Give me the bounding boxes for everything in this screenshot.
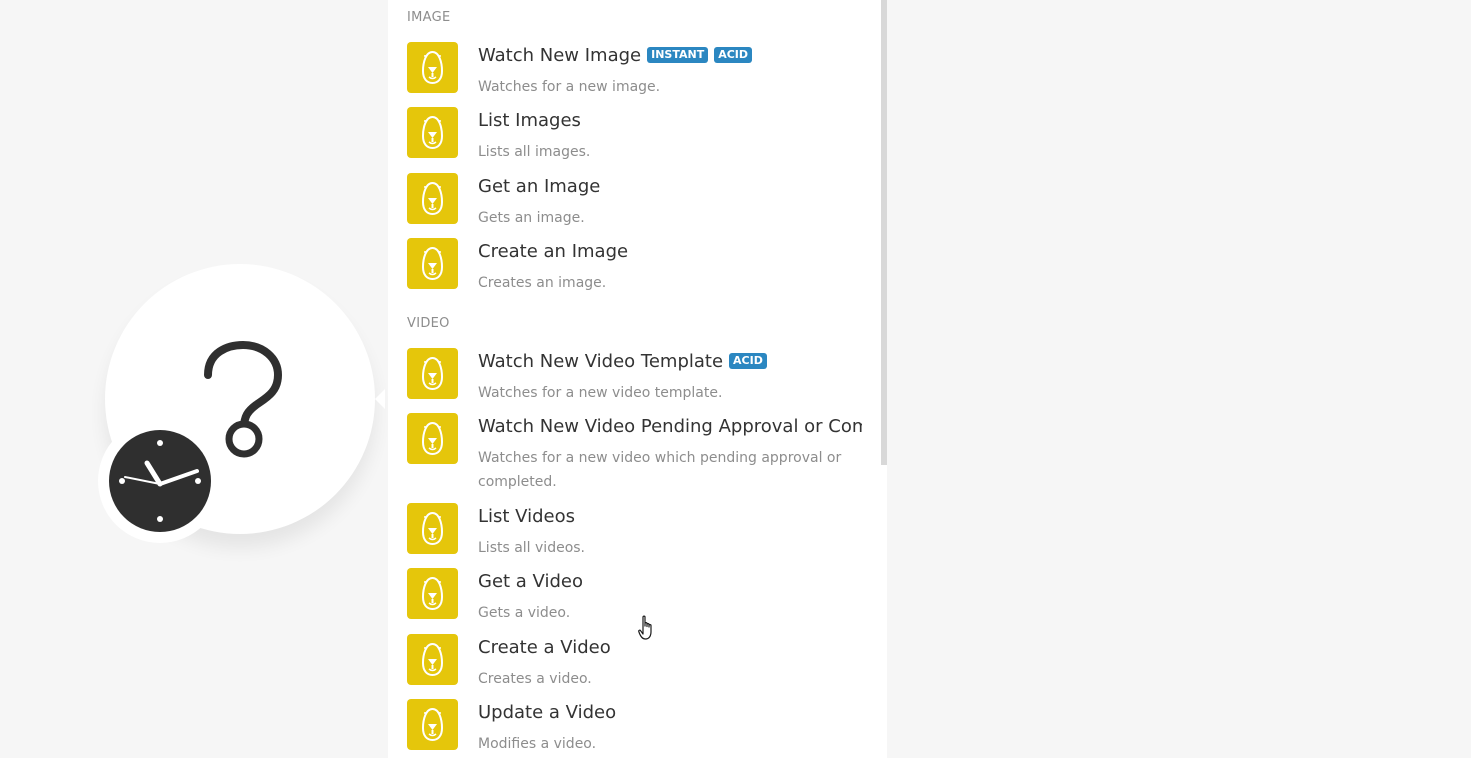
scrollbar-track[interactable] [881, 0, 887, 758]
module-title: Update a Video [478, 702, 617, 723]
bubble-tail [375, 389, 385, 409]
module-title: Watch New Image INSTANT ACID [478, 45, 862, 66]
module-title: Get an Image [478, 176, 601, 197]
module-description: Lists all images. [478, 144, 591, 160]
acid-badge: ACID [714, 47, 753, 63]
clock-icon [95, 416, 225, 550]
app-logo-icon [407, 173, 458, 224]
module-title: Watch New Video Template ACID [478, 351, 862, 372]
module-title: Watch New Video Pending Approval or Comp… [478, 416, 862, 437]
module-title: Get a Video [478, 571, 583, 592]
module-title: List Images [478, 110, 581, 131]
scrollbar-thumb[interactable] [881, 0, 887, 465]
app-logo-icon [407, 348, 458, 399]
app-logo-icon [407, 503, 458, 554]
module-description: Gets a video. [478, 605, 571, 621]
section-header-image: IMAGE [407, 10, 451, 25]
module-description: Lists all videos. [478, 540, 586, 556]
app-logo-icon [407, 42, 458, 93]
module-description: Creates a video. [478, 671, 592, 687]
app-logo-icon [407, 107, 458, 158]
app-logo-icon [407, 568, 458, 619]
instant-badge: INSTANT [647, 47, 709, 63]
module-description: Watches for a new image. [478, 79, 661, 95]
module-title: Create a Video [478, 637, 611, 658]
acid-badge: ACID [729, 353, 767, 369]
module-description: Gets an image. [478, 210, 585, 226]
module-description: Watches for a new video template. [478, 385, 723, 401]
hand-cursor-icon [638, 615, 656, 645]
app-logo-icon [407, 238, 458, 289]
module-description: Modifies a video. [478, 736, 597, 752]
app-logo-icon [407, 699, 458, 750]
app-logo-icon [407, 413, 458, 464]
module-description: Watches for a new video which pending ap… [478, 450, 842, 490]
section-header-video: VIDEO [407, 316, 450, 331]
module-description: Creates an image. [478, 275, 607, 291]
app-logo-icon [407, 634, 458, 685]
module-title: Create an Image [478, 241, 629, 262]
module-title: List Videos [478, 506, 575, 527]
